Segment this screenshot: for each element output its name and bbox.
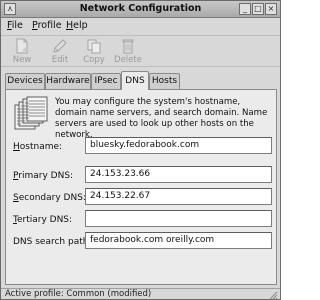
menu-profile-rest: rofile (37, 20, 62, 31)
edit-button[interactable]: Edit (45, 38, 75, 66)
copy-button-label: Copy (83, 55, 105, 65)
toolbar: New Edit Copy Delete (1, 35, 280, 67)
resize-grip-icon[interactable] (268, 290, 278, 300)
dns-tab-panel: You may configure the system's hostname,… (5, 89, 277, 285)
copy-icon (87, 39, 101, 54)
delete-button-label: Delete (114, 55, 142, 65)
title-bar[interactable]: ⋏ Network Configuration _ □ × (1, 1, 280, 18)
tertiary-dns-input[interactable] (85, 210, 272, 227)
minimize-button[interactable]: _ (239, 3, 251, 15)
new-button[interactable]: New (7, 38, 37, 66)
tertiary-dns-label-rest: ertiary DNS: (16, 215, 73, 225)
secondary-dns-input[interactable]: 24.153.22.67 (85, 188, 272, 205)
tab-hosts[interactable]: Hosts (149, 73, 180, 89)
secondary-dns-label: Secondary DNS: (13, 193, 86, 203)
primary-dns-label-rest: rimary DNS: (18, 171, 74, 181)
network-configuration-window: ⋏ Network Configuration _ □ × File Profi… (0, 0, 281, 300)
dns-search-path-label: DNS search path: (13, 237, 92, 247)
secondary-dns-label-rest: econdary DNS: (18, 193, 86, 203)
tab-ipsec[interactable]: IPsec (91, 73, 121, 89)
edit-button-label: Edit (51, 55, 69, 65)
menu-profile[interactable]: Profile (32, 20, 62, 31)
primary-dns-label: Primary DNS: (13, 171, 73, 181)
server-stack-icon (14, 96, 48, 130)
dns-intro-text: You may configure the system's hostname,… (55, 97, 268, 140)
copy-button[interactable]: Copy (79, 38, 109, 66)
menu-file-rest: ile (11, 20, 23, 31)
tab-devices[interactable]: Devices (5, 73, 45, 89)
delete-trash-icon (122, 39, 134, 54)
menu-file[interactable]: File (7, 20, 23, 31)
tertiary-dns-label: Tertiary DNS: (13, 215, 72, 225)
menu-help[interactable]: Help (66, 20, 88, 31)
tab-dns[interactable]: DNS (121, 71, 149, 90)
maximize-button[interactable]: □ (252, 3, 264, 15)
status-bar: Active profile: Common (modified) (1, 288, 280, 300)
close-button[interactable]: × (265, 3, 277, 15)
dns-intro: You may configure the system's hostname,… (14, 96, 274, 140)
hostname-label-rest: ostname: (19, 142, 63, 152)
active-profile-status: Active profile: Common (modified) (5, 289, 152, 299)
delete-button[interactable]: Delete (113, 38, 143, 66)
hostname-label-mnemonic: H (13, 142, 20, 152)
new-button-label: New (12, 55, 32, 65)
menu-help-rest: elp (73, 20, 88, 31)
primary-dns-input[interactable]: 24.153.23.66 (85, 166, 272, 183)
tab-bar: Devices Hardware IPsec DNS Hosts (5, 71, 277, 90)
hostname-label: Hostname: (13, 142, 62, 152)
edit-pencil-icon (53, 39, 67, 53)
tab-hardware[interactable]: Hardware (45, 73, 91, 89)
hostname-input[interactable]: bluesky.fedorabook.com (85, 137, 272, 154)
menu-bar: File Profile Help (1, 18, 280, 34)
new-document-icon (16, 38, 28, 54)
dns-search-path-input[interactable]: fedorabook.com oreilly.com (85, 232, 272, 249)
